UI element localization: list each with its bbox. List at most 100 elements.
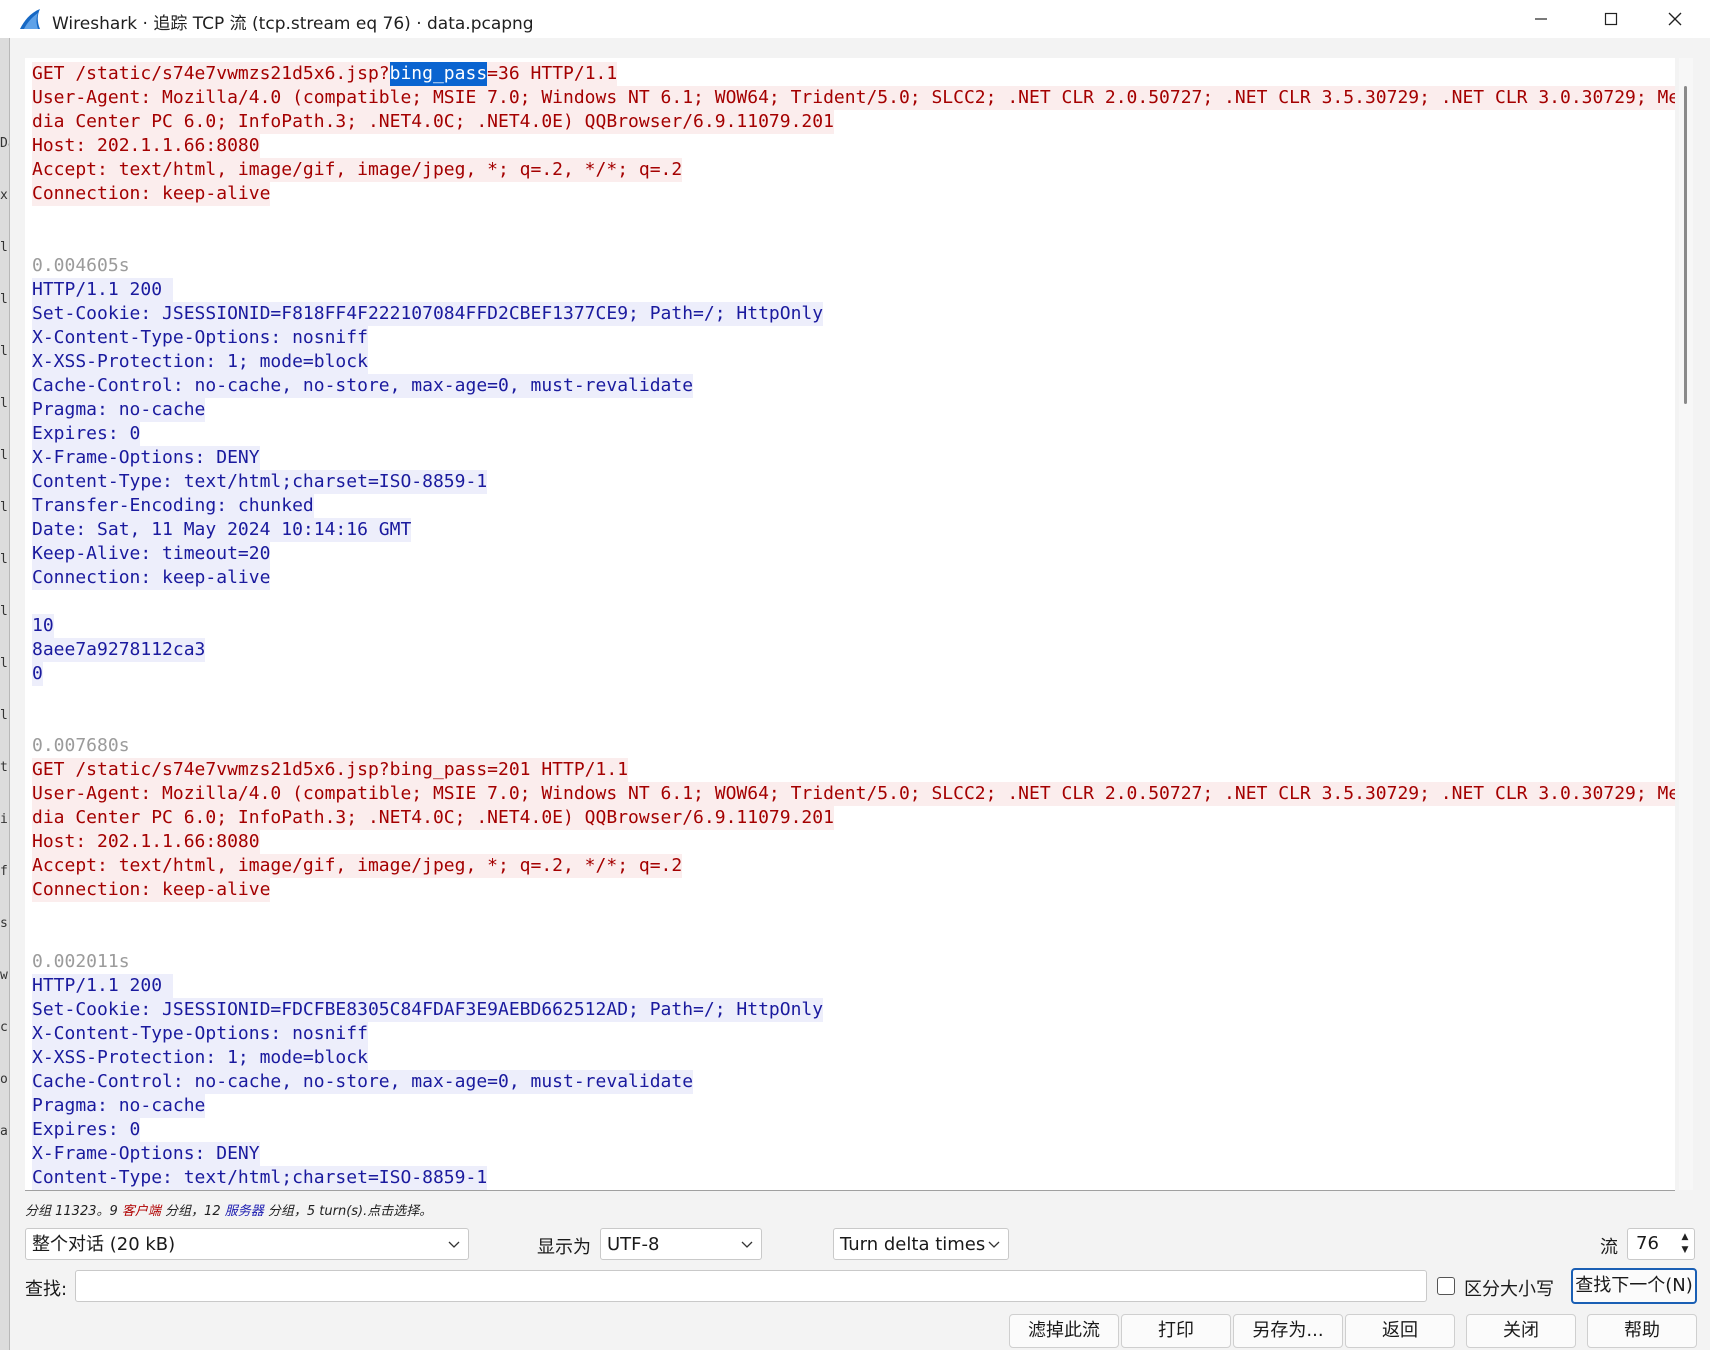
line-text: Set-Cookie: JSESSIONID=F818FF4F222107084… [32,302,824,326]
line-text: 8aee7a9278112ca3 [32,638,206,662]
background-window-edge: Da x l l l l l l l l l l t i f s w c o ar [0,38,10,1350]
client-line: GET /static/s74e7vwmzs21d5x6.jsp?bing_pa… [32,62,1672,86]
vertical-scrollbar[interactable] [1679,58,1693,1190]
print-button[interactable]: 打印 [1121,1314,1231,1348]
line-text: Cache-Control: no-cache, no-store, max-a… [32,1070,694,1094]
line-text: Host: 202.1.1.66:8080 [32,830,260,854]
server-line: 10 [32,614,1672,638]
scrollbar-thumb[interactable] [1684,86,1687,404]
close-icon [1668,12,1682,26]
server-line: 0 [32,662,1672,686]
background-text-fragment: t [0,760,8,775]
server-line: Set-Cookie: JSESSIONID=FDCFBE8305C84FDAF… [32,998,1672,1022]
search-highlight: bing_pass [389,62,488,86]
spin-buttons[interactable]: ▲ ▼ [1678,1231,1692,1257]
server-line: X-Frame-Options: DENY [32,446,1672,470]
close-window-button[interactable] [1640,0,1710,38]
client-line: Host: 202.1.1.66:8080 [32,134,1672,158]
window-title: Wireshark · 追踪 TCP 流 (tcp.stream eq 76) … [52,14,534,34]
client-line: dia Center PC 6.0; InfoPath.3; .NET4.0C;… [32,110,1672,134]
line-text: 10 [32,614,54,638]
client-line: GET /static/s74e7vwmzs21d5x6.jsp?bing_pa… [32,758,1672,782]
save-as-button[interactable]: 另存为... [1233,1314,1343,1348]
line-segment: GET /static/s74e7vwmzs21d5x6.jsp? [32,62,390,86]
background-text-fragment: s [0,916,8,931]
back-button[interactable]: 返回 [1345,1314,1455,1348]
spin-up-icon[interactable]: ▲ [1678,1231,1692,1244]
encoding-select[interactable]: UTF-8 [600,1228,762,1260]
close-button[interactable]: 关闭 [1466,1314,1576,1348]
server-line: Expires: 0 [32,422,1672,446]
maximize-button[interactable] [1576,0,1646,38]
stream-number-spinbox[interactable]: 76 ▲ ▼ [1627,1228,1695,1260]
line-text: Accept: text/html, image/gif, image/jpeg… [32,854,683,878]
encoding-value: UTF-8 [607,1234,660,1255]
title-bar: Wireshark · 追踪 TCP 流 (tcp.stream eq 76) … [0,0,1710,38]
find-input[interactable] [75,1270,1427,1302]
client-line: Connection: keep-alive [32,878,1672,902]
stream-text-view[interactable]: GET /static/s74e7vwmzs21d5x6.jsp?bing_pa… [25,58,1675,1191]
line-text: HTTP/1.1 200 [32,974,173,998]
client-line: dia Center PC 6.0; InfoPath.3; .NET4.0C;… [32,806,1672,830]
background-text-fragment: c [0,1020,8,1035]
line-text: Expires: 0 [32,1118,141,1142]
status-client-label: 客户端 [121,1204,161,1219]
line-text: dia Center PC 6.0; InfoPath.3; .NET4.0C;… [32,806,834,830]
line-segment: =36 HTTP/1.1 [487,62,618,86]
delta-times-value: Turn delta times [840,1234,986,1255]
line-text: Date: Sat, 11 May 2024 10:14:16 GMT [32,518,412,542]
background-text-fragment: l [0,396,8,411]
status-server-label: 服务器 [224,1204,264,1219]
line-text: Pragma: no-cache [32,398,206,422]
line-text: GET /static/s74e7vwmzs21d5x6.jsp?bing_pa… [32,758,629,782]
server-line: Connection: keep-alive [32,566,1672,590]
filter-out-stream-button[interactable]: 滤掉此流 [1009,1314,1119,1348]
server-line: Set-Cookie: JSESSIONID=F818FF4F222107084… [32,302,1672,326]
case-sensitive-label[interactable]: 区分大小写 [1464,1275,1554,1301]
case-sensitive-checkbox[interactable] [1437,1277,1455,1295]
stream-number-label: 流 [1600,1237,1618,1258]
line-text: Connection: keep-alive [32,182,271,206]
background-text-fragment: l [0,552,8,567]
server-line: Pragma: no-cache [32,1094,1672,1118]
server-line: X-Content-Type-Options: nosniff [32,326,1672,350]
line-text: User-Agent: Mozilla/4.0 (compatible; MSI… [32,782,1675,806]
client-line [32,902,1672,926]
line-text: Content-Type: text/html;charset=ISO-8859… [32,470,488,494]
client-line: User-Agent: Mozilla/4.0 (compatible; MSI… [32,86,1675,110]
minimize-icon [1535,18,1547,20]
chevron-down-icon [741,1229,753,1272]
background-text-fragment: l [0,240,8,255]
background-text-fragment: l [0,656,8,671]
line-text: Expires: 0 [32,422,141,446]
server-line [32,590,1672,614]
status-summary[interactable]: 分组 11323。9 客户端 分组，12 服务器 分组，5 turn(s).点击… [25,1200,432,1219]
line-text: HTTP/1.1 200 [32,278,173,302]
chevron-down-icon [988,1229,1000,1272]
line-text: Connection: keep-alive [32,878,271,902]
server-line: Expires: 0 [32,1118,1672,1142]
help-button[interactable]: 帮助 [1587,1314,1697,1348]
stream-content: GET /static/s74e7vwmzs21d5x6.jsp?bing_pa… [32,62,1675,1190]
server-line: Date: Sat, 11 May 2024 10:14:16 GMT [32,518,1672,542]
client-line: User-Agent: Mozilla/4.0 (compatible; MSI… [32,782,1675,806]
line-text: X-Frame-Options: DENY [32,446,260,470]
find-next-button[interactable]: 查找下一个(N) [1571,1268,1697,1304]
line-text: 0 [32,662,43,686]
server-line: X-Content-Type-Options: nosniff [32,1022,1672,1046]
maximize-icon [1604,12,1618,26]
client-line: Host: 202.1.1.66:8080 [32,830,1672,854]
minimize-button[interactable] [1506,0,1576,38]
line-text: Set-Cookie: JSESSIONID=FDCFBE8305C84FDAF… [32,998,824,1022]
line-text: X-XSS-Protection: 1; mode=block [32,1046,368,1070]
background-text-fragment: f [0,864,8,879]
delta-times-select[interactable]: Turn delta times [833,1228,1009,1260]
wireshark-fin-icon [18,7,42,35]
line-text: X-Frame-Options: DENY [32,1142,260,1166]
background-text-fragment: ar [0,1124,9,1139]
spin-down-icon[interactable]: ▼ [1678,1244,1692,1257]
conversation-select[interactable]: 整个对话 (20 kB) [25,1228,469,1260]
chevron-down-icon [448,1229,460,1272]
server-line: X-XSS-Protection: 1; mode=block [32,350,1672,374]
background-text-fragment: i [0,812,8,827]
